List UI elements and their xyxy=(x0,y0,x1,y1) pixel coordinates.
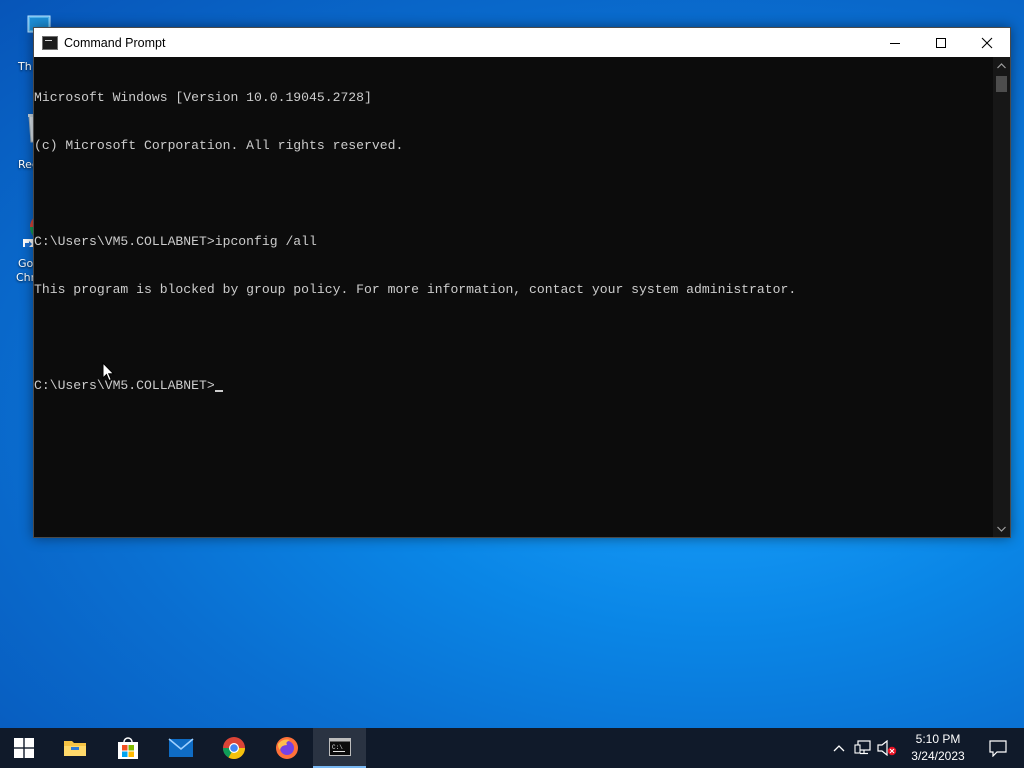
console-prompt: C:\Users\VM5.COLLABNET> xyxy=(34,378,215,393)
chevron-up-icon xyxy=(833,745,845,752)
taskbar-google-chrome[interactable] xyxy=(207,728,260,768)
mouse-pointer-icon xyxy=(102,361,115,386)
console-output[interactable]: Microsoft Windows [Version 10.0.19045.27… xyxy=(34,57,993,537)
chrome-icon xyxy=(222,737,245,759)
system-tray: 5:10 PM 3/24/2023 xyxy=(827,728,1024,768)
console-line: (c) Microsoft Corporation. All rights re… xyxy=(34,138,404,153)
start-button[interactable] xyxy=(0,728,48,768)
desktop-icon-label: Th xyxy=(18,60,32,73)
window-controls xyxy=(872,28,1010,57)
folder-icon xyxy=(63,741,86,756)
scroll-up-button[interactable] xyxy=(993,57,1010,74)
maximize-button[interactable] xyxy=(918,28,964,57)
taskbar-file-explorer[interactable] xyxy=(48,728,101,768)
scroll-down-button[interactable] xyxy=(993,520,1010,537)
svg-text:C:\: C:\ xyxy=(332,744,343,751)
scroll-thumb[interactable] xyxy=(996,76,1007,92)
network-status-button[interactable] xyxy=(851,728,875,768)
show-desktop-button[interactable] xyxy=(1019,728,1024,768)
clock[interactable]: 5:10 PM 3/24/2023 xyxy=(899,731,977,765)
notification-icon xyxy=(989,739,1007,757)
console-prompt-line[interactable]: C:\Users\VM5.COLLABNET> xyxy=(34,378,993,394)
chevron-down-icon xyxy=(997,526,1006,532)
action-center-button[interactable] xyxy=(977,728,1019,768)
taskbar-command-prompt[interactable]: C:\ xyxy=(313,728,366,768)
taskbar-firefox[interactable] xyxy=(260,728,313,768)
mail-icon xyxy=(167,738,194,757)
window-title: Command Prompt xyxy=(64,35,166,50)
chevron-up-icon xyxy=(997,62,1006,68)
minimize-button[interactable] xyxy=(872,28,918,57)
console-line: C:\Users\VM5.COLLABNET>ipconfig /all xyxy=(34,234,317,249)
taskbar: C:\ 5:10 PM 3/24/2023 xyxy=(0,728,1024,768)
close-button[interactable] xyxy=(964,28,1010,57)
windows-start-icon xyxy=(14,738,34,758)
firefox-icon xyxy=(275,737,298,759)
title-bar[interactable]: Command Prompt xyxy=(34,28,1010,57)
cmd-icon: C:\ xyxy=(328,738,351,756)
text-cursor xyxy=(214,390,223,392)
clock-date: 3/24/2023 xyxy=(911,749,965,763)
command-prompt-window[interactable]: Command Prompt Microsoft Windows [Versio… xyxy=(33,27,1011,538)
close-icon xyxy=(981,37,993,48)
cmd-icon xyxy=(42,35,58,50)
show-hidden-icons-button[interactable] xyxy=(827,728,851,768)
minimize-icon xyxy=(890,42,900,44)
clock-time: 5:10 PM xyxy=(915,732,961,746)
console-line: Microsoft Windows [Version 10.0.19045.27… xyxy=(34,90,372,105)
console-line: This program is blocked by group policy.… xyxy=(34,282,797,297)
store-icon xyxy=(117,737,138,759)
vertical-scrollbar[interactable] xyxy=(993,57,1010,537)
taskbar-microsoft-store[interactable] xyxy=(101,728,154,768)
volume-muted-icon xyxy=(877,740,897,756)
network-icon xyxy=(854,740,871,755)
maximize-icon xyxy=(936,37,946,48)
taskbar-mail[interactable] xyxy=(154,728,207,768)
volume-button[interactable] xyxy=(875,728,899,768)
desktop-icon-label-line1: Go xyxy=(18,257,34,270)
